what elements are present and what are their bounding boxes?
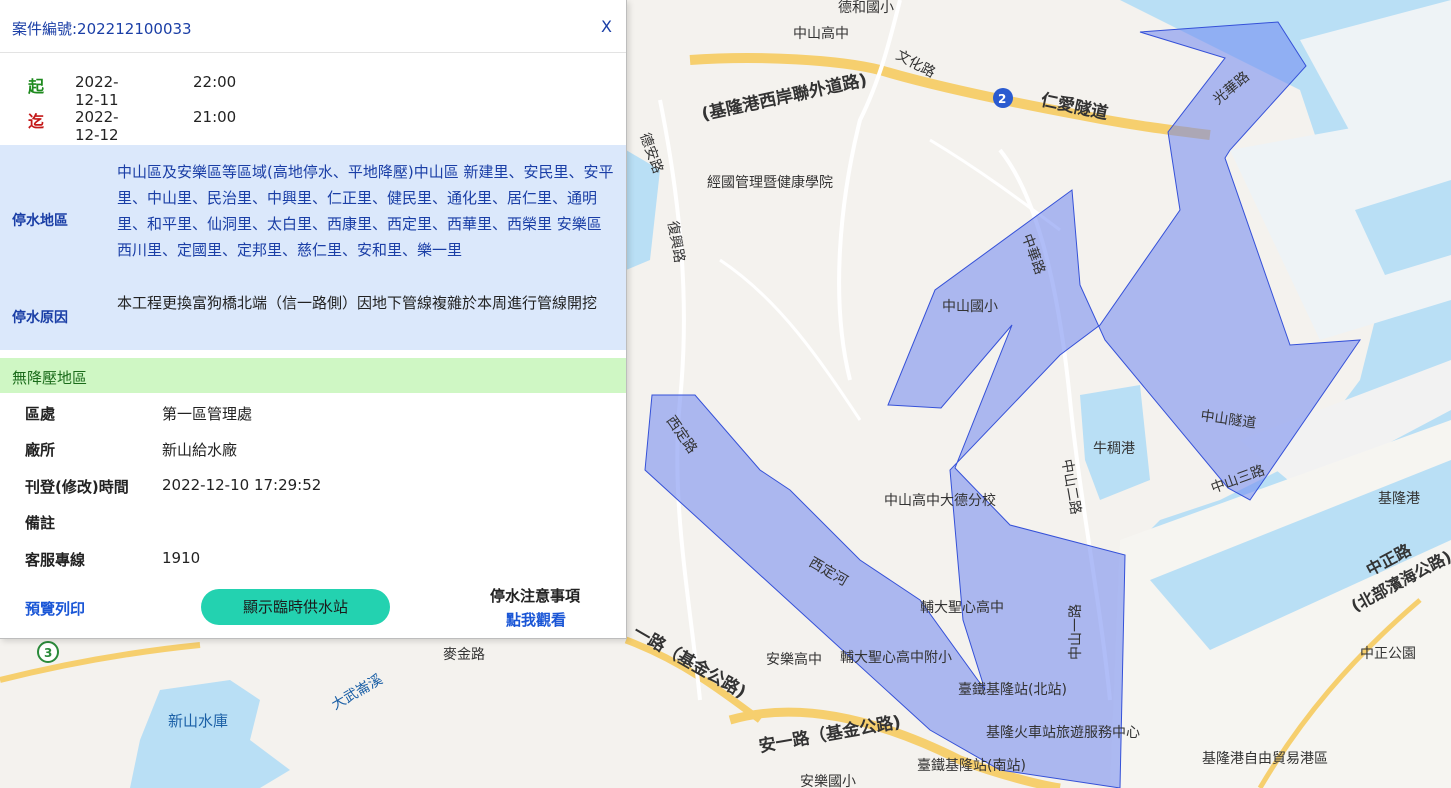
map-label: 基隆港 xyxy=(1378,490,1420,507)
map-label: 麥金路 xyxy=(443,647,485,663)
map-label: 德和國小 xyxy=(838,0,894,16)
area-label: 停水地區 xyxy=(12,213,68,229)
panel-header: 案件編號:202212100033 X xyxy=(0,0,626,53)
end-time: 21:00 xyxy=(193,108,237,126)
map-label: 經國管理暨健康學院 xyxy=(707,174,833,191)
info-key: 備註 xyxy=(25,514,56,532)
start-time: 22:00 xyxy=(193,73,237,91)
map-label: 輔大聖心高中 xyxy=(920,599,1004,616)
map-label: 輔大聖心高中附小 xyxy=(840,649,952,666)
outage-detail-block: 停水地區 中山區及安樂區等區域(高地停水、平地降壓)中山區 新建里、安民里、安平… xyxy=(0,145,626,350)
end-date: 2022-12-12 xyxy=(75,108,119,144)
reason-label: 停水原因 xyxy=(12,310,68,326)
map-label: 中山國小 xyxy=(942,299,998,315)
start-label: 起 xyxy=(28,77,45,96)
no-pressure-area-bar: 無降壓地區 xyxy=(0,358,626,393)
map-label: 中山高中 xyxy=(793,25,849,42)
map-label: 安樂國小 xyxy=(800,773,856,788)
map-label: 臺鐵基隆站(北站) xyxy=(958,681,1067,698)
route-badge: 3 xyxy=(37,641,59,663)
route-badge: 2 xyxy=(993,88,1013,108)
svg-text:2: 2 xyxy=(998,92,1006,106)
end-label: 迄 xyxy=(28,112,45,131)
no-pressure-label: 無降壓地區 xyxy=(12,369,88,387)
map-label: 中山一路 xyxy=(1068,604,1084,660)
info-key: 廠所 xyxy=(25,441,56,459)
case-number-title: 案件編號:202212100033 xyxy=(12,20,192,38)
show-temporary-water-station-button[interactable]: 顯示臨時供水站 xyxy=(201,589,390,625)
print-preview-link[interactable]: 預覽列印 xyxy=(25,598,85,619)
area-text: 中山區及安樂區等區域(高地停水、平地降壓)中山區 新建里、安民里、安平里、中山里… xyxy=(117,163,614,259)
map-label: 中山高中大德分校 xyxy=(884,492,996,509)
map-label: 牛稠港 xyxy=(1093,441,1135,457)
reason-text: 本工程更換富狗橋北端（信一路側）因地下管線複雜於本周進行管線開挖 xyxy=(117,294,598,312)
info-value: 第一區管理處 xyxy=(162,405,253,423)
map-label: 臺鐵基隆站(南站) xyxy=(917,757,1026,774)
water-outage-info-panel: 案件編號:202212100033 X 起 2022-12-11 22:00 迄… xyxy=(0,0,627,639)
map-label: 基隆港自由貿易港區 xyxy=(1202,750,1328,767)
map-label: 基隆火車站旅遊服務中心 xyxy=(986,724,1140,741)
notice-title: 停水注意事項 xyxy=(490,587,581,605)
map-label: 新山水庫 xyxy=(168,712,228,730)
info-key: 區處 xyxy=(25,405,56,423)
info-value: 新山給水廠 xyxy=(162,441,238,459)
svg-text:3: 3 xyxy=(44,646,52,660)
notice-view-link[interactable]: 點我觀看 xyxy=(506,609,566,630)
map-label: 安樂高中 xyxy=(766,651,822,668)
info-key: 客服專線 xyxy=(25,551,86,569)
info-value: 1910 xyxy=(162,549,201,567)
start-date: 2022-12-11 xyxy=(75,73,119,109)
map-label: 中正公園 xyxy=(1360,646,1416,662)
info-value: 2022-12-10 17:29:52 xyxy=(162,476,322,494)
close-button[interactable]: X xyxy=(601,17,612,36)
info-key: 刊登(修改)時間 xyxy=(25,478,129,496)
